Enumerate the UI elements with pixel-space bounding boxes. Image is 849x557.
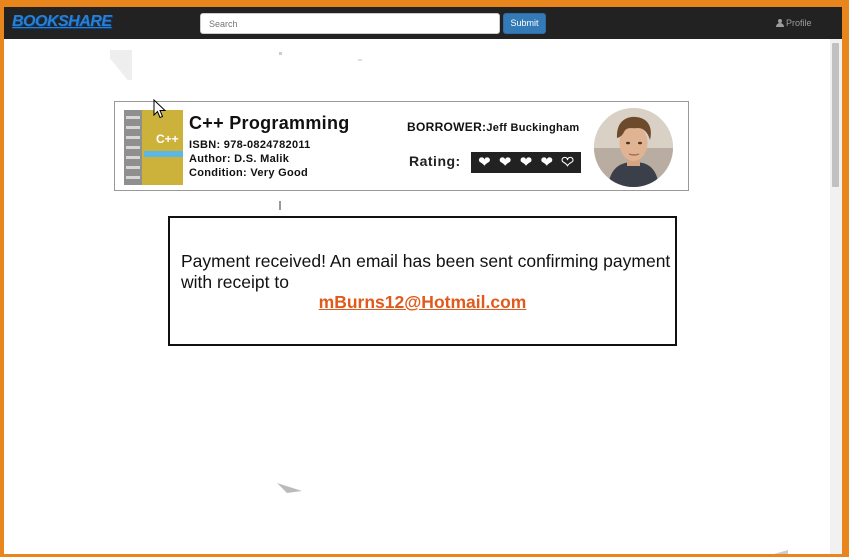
book-cover: C++ [124, 110, 183, 185]
fragment-topleft [110, 50, 132, 80]
book-condition: Condition: Very Good [189, 167, 309, 179]
fragment-dot-1 [279, 52, 282, 55]
heart-icon: ❤ [540, 154, 554, 171]
book-card[interactable]: C++ C++ Programming ISBN: 978-0824782011… [114, 101, 689, 191]
book-title: C++ Programming [189, 113, 350, 133]
borrower-label: BORROWER: [407, 120, 487, 134]
heart-icon: ❤ [498, 154, 512, 171]
email-link[interactable]: mBurns12@Hotmail.com [170, 292, 675, 313]
search-input[interactable] [200, 13, 500, 34]
heart-icon: ❤ [519, 154, 533, 171]
payment-dialog: Payment received! An email has been sent… [168, 216, 677, 346]
book-isbn: ISBN: 978-0824782011 [189, 139, 311, 151]
logo[interactable]: BOOKSHARE [12, 13, 112, 31]
navbar: BOOKSHARE Submit Profile [4, 7, 842, 39]
borrower: BORROWER:Jeff Buckingham [407, 120, 580, 134]
payment-message: Payment received! An email has been sent… [181, 251, 671, 292]
heart-icon: ❤ [561, 154, 575, 171]
cover-band [144, 151, 183, 157]
heart-icon: ❤ [478, 154, 491, 171]
profile-link[interactable]: Profile [776, 18, 812, 28]
cover-title: C++ [156, 132, 179, 146]
cover-spine [124, 110, 142, 185]
submit-button[interactable]: Submit [503, 13, 546, 34]
profile-label: Profile [786, 18, 812, 28]
fragment-tick [279, 201, 281, 210]
fragment-corner [774, 550, 788, 554]
scrollbar[interactable] [830, 39, 842, 554]
borrower-avatar [594, 108, 673, 187]
rating-hearts: ❤ ❤ ❤ ❤ ❤ [471, 152, 581, 173]
fragment-bottom [277, 483, 302, 493]
user-icon [776, 19, 784, 27]
rating-label: Rating: [409, 153, 461, 169]
book-author: Author: D.S. Malik [189, 153, 290, 165]
borrower-name: Jeff Buckingham [486, 122, 580, 134]
mouse-cursor-icon [153, 99, 166, 119]
scrollbar-thumb[interactable] [832, 43, 839, 187]
app-window: BOOKSHARE Submit Profile C++ C++ Program… [4, 7, 842, 554]
fragment-dot-2 [358, 59, 362, 61]
